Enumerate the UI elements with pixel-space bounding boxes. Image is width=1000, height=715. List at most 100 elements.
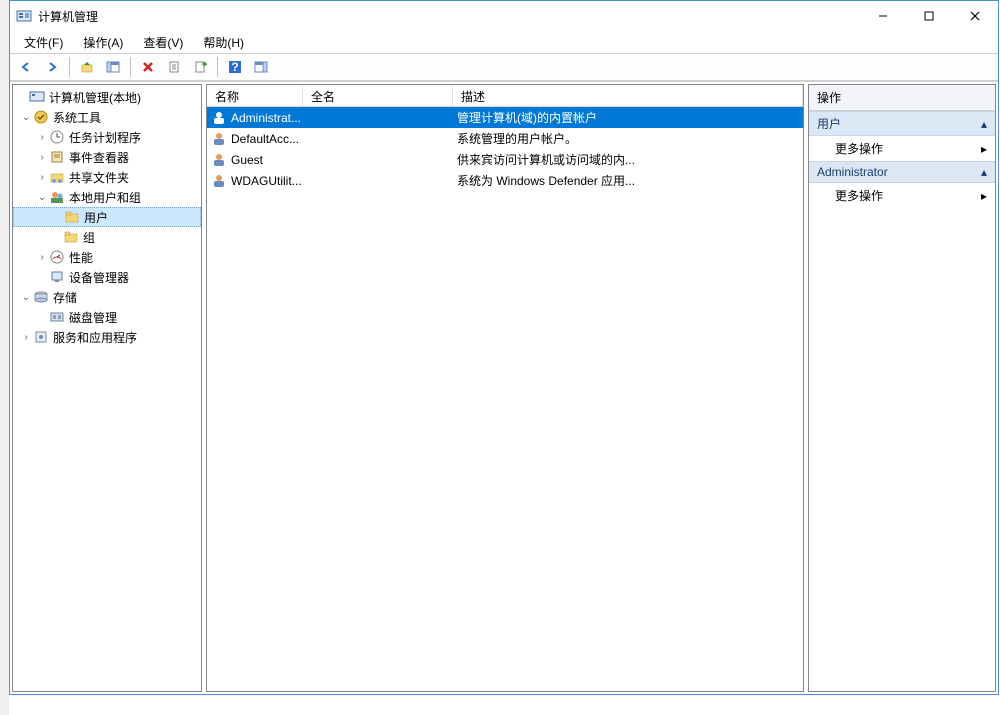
window-title: 计算机管理	[38, 8, 860, 25]
toolbar-separator	[217, 57, 218, 77]
tree-label: 任务计划程序	[69, 129, 141, 146]
tree-label: 系统工具	[53, 109, 101, 126]
minimize-button[interactable]	[860, 1, 906, 31]
action-group-users[interactable]: 用户 ▴	[809, 111, 995, 136]
action-pane-header: 操作	[809, 85, 995, 111]
tree-label: 存储	[53, 289, 77, 306]
tree-label: 用户	[84, 209, 108, 226]
cell-desc: 供来宾访问计算机或访问域的内...	[453, 151, 803, 168]
tree-root[interactable]: 计算机管理(本地)	[13, 87, 201, 107]
toolbar-separator	[69, 57, 70, 77]
menu-file[interactable]: 文件(F)	[16, 32, 71, 53]
tree-services-apps[interactable]: › 服务和应用程序	[13, 327, 201, 347]
app-icon	[16, 8, 32, 24]
folder-icon	[64, 209, 80, 225]
col-name[interactable]: 名称	[207, 85, 303, 106]
chevron-right-icon: ▸	[981, 189, 987, 203]
expander-icon[interactable]: ›	[19, 332, 33, 343]
disk-icon	[49, 309, 65, 325]
toolbar: ?	[10, 53, 998, 81]
storage-icon	[33, 289, 49, 305]
tree-label: 性能	[69, 249, 93, 266]
chevron-right-icon: ▸	[981, 142, 987, 156]
titlebar: 计算机管理	[10, 1, 998, 31]
tree-pane[interactable]: 计算机管理(本地) ⌄ 系统工具 › 任务计划程序 › 事件查看器 › 共享文件…	[12, 84, 202, 692]
tree-disk-mgmt[interactable]: 磁盘管理	[13, 307, 201, 327]
action-group-label: 用户	[817, 115, 841, 132]
tree-storage[interactable]: ⌄ 存储	[13, 287, 201, 307]
svg-text:?: ?	[231, 60, 238, 74]
expander-icon[interactable]: ›	[35, 252, 49, 263]
expander-icon[interactable]: ⌄	[19, 292, 33, 303]
delete-button[interactable]	[136, 56, 160, 78]
computer-icon	[29, 89, 45, 105]
tree-shared-folders[interactable]: › 共享文件夹	[13, 167, 201, 187]
close-button[interactable]	[952, 1, 998, 31]
user-icon	[211, 110, 227, 126]
cell-name: Guest	[231, 153, 263, 167]
background-gutter	[0, 0, 9, 715]
back-button[interactable]	[14, 56, 38, 78]
users-icon	[49, 189, 65, 205]
properties-button[interactable]	[162, 56, 186, 78]
list-row[interactable]: WDAGUtilit... 系统为 Windows Defender 应用...	[207, 170, 803, 191]
tree-label: 本地用户和组	[69, 189, 141, 206]
help-button[interactable]: ?	[223, 56, 247, 78]
performance-icon	[49, 249, 65, 265]
action-group-administrator[interactable]: Administrator ▴	[809, 161, 995, 183]
maximize-button[interactable]	[906, 1, 952, 31]
action-more-ops[interactable]: 更多操作 ▸	[809, 136, 995, 161]
col-fullname[interactable]: 全名	[303, 85, 453, 106]
tree-label: 设备管理器	[69, 269, 129, 286]
tree-label: 事件查看器	[69, 149, 129, 166]
expander-icon[interactable]: ›	[35, 152, 49, 163]
list-header: 名称 全名 描述	[207, 85, 803, 107]
tree-label: 共享文件夹	[69, 169, 129, 186]
expander-icon[interactable]: ⌄	[35, 192, 49, 203]
menu-action[interactable]: 操作(A)	[75, 32, 131, 53]
cell-desc: 管理计算机(域)的内置帐户	[453, 109, 803, 126]
list-row[interactable]: Administrat... 管理计算机(域)的内置帐户	[207, 107, 803, 128]
tree-task-scheduler[interactable]: › 任务计划程序	[13, 127, 201, 147]
tree-label: 服务和应用程序	[53, 329, 137, 346]
action-pane: 操作 用户 ▴ 更多操作 ▸ Administrator ▴ 更多操作 ▸	[808, 84, 996, 692]
folder-icon	[63, 229, 79, 245]
forward-button[interactable]	[40, 56, 64, 78]
menu-help[interactable]: 帮助(H)	[195, 32, 252, 53]
collapse-icon[interactable]: ▴	[981, 165, 987, 179]
tree-system-tools[interactable]: ⌄ 系统工具	[13, 107, 201, 127]
export-button[interactable]	[188, 56, 212, 78]
shared-folder-icon	[49, 169, 65, 185]
list-row[interactable]: DefaultAcc... 系统管理的用户帐户。	[207, 128, 803, 149]
up-button[interactable]	[75, 56, 99, 78]
list-body[interactable]: Administrat... 管理计算机(域)的内置帐户 DefaultAcc.…	[207, 107, 803, 691]
tools-icon	[33, 109, 49, 125]
tree-performance[interactable]: › 性能	[13, 247, 201, 267]
tree-event-viewer[interactable]: › 事件查看器	[13, 147, 201, 167]
window-controls	[860, 1, 998, 31]
cell-name: Administrat...	[231, 111, 301, 125]
event-icon	[49, 149, 65, 165]
show-hide-tree-button[interactable]	[101, 56, 125, 78]
collapse-icon[interactable]: ▴	[981, 117, 987, 131]
action-label: 更多操作	[835, 187, 883, 204]
col-desc[interactable]: 描述	[453, 85, 803, 106]
menu-view[interactable]: 查看(V)	[135, 32, 191, 53]
cell-name: WDAGUtilit...	[231, 174, 302, 188]
tree-users[interactable]: 用户	[13, 207, 201, 227]
action-more-ops-2[interactable]: 更多操作 ▸	[809, 183, 995, 208]
action-pane-button[interactable]	[249, 56, 273, 78]
toolbar-separator	[130, 57, 131, 77]
tree-groups[interactable]: 组	[13, 227, 201, 247]
tree-device-manager[interactable]: 设备管理器	[13, 267, 201, 287]
expander-icon[interactable]: ›	[35, 132, 49, 143]
device-icon	[49, 269, 65, 285]
expander-icon[interactable]: ⌄	[19, 112, 33, 123]
content-area: 计算机管理(本地) ⌄ 系统工具 › 任务计划程序 › 事件查看器 › 共享文件…	[10, 81, 998, 694]
list-pane: 名称 全名 描述 Administrat... 管理计算机(域)的内置帐户 De…	[206, 84, 804, 692]
clock-icon	[49, 129, 65, 145]
cell-name: DefaultAcc...	[231, 132, 299, 146]
tree-local-users[interactable]: ⌄ 本地用户和组	[13, 187, 201, 207]
expander-icon[interactable]: ›	[35, 172, 49, 183]
list-row[interactable]: Guest 供来宾访问计算机或访问域的内...	[207, 149, 803, 170]
